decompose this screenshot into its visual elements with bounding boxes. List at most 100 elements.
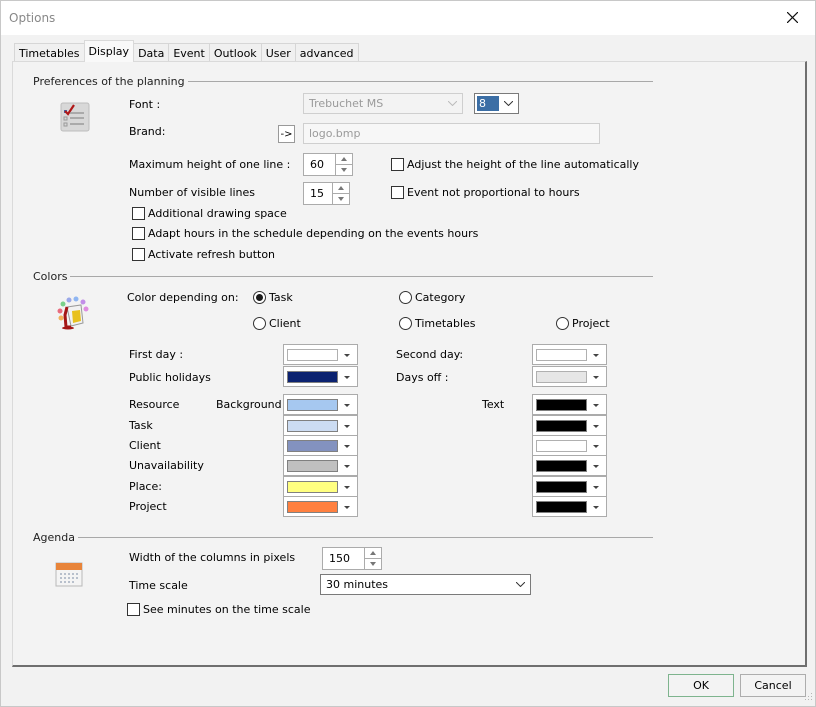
see-minutes-checkbox[interactable]: See minutes on the time scale bbox=[127, 603, 310, 616]
checkbox-label: Additional drawing space bbox=[148, 207, 287, 220]
visible-lines-spinner[interactable]: 15 bbox=[303, 182, 350, 205]
spin-down-button[interactable] bbox=[333, 194, 349, 204]
adjust-height-checkbox[interactable]: Adjust the height of the line automatica… bbox=[391, 158, 639, 171]
checklist-icon bbox=[60, 102, 90, 132]
radio-circle bbox=[556, 317, 569, 330]
tab-user[interactable]: User bbox=[260, 43, 296, 62]
spin-up-button[interactable] bbox=[365, 548, 381, 559]
tab-data[interactable]: Data bbox=[133, 43, 170, 62]
checkbox-label: Adjust the height of the line automatica… bbox=[407, 158, 639, 171]
color-swatch bbox=[536, 481, 587, 493]
radio-circle bbox=[253, 317, 266, 330]
color-swatch bbox=[536, 420, 587, 432]
cancel-button[interactable]: Cancel bbox=[740, 674, 806, 697]
second-day-color-picker[interactable] bbox=[532, 344, 607, 365]
color-swatch bbox=[287, 501, 338, 513]
visible-lines-value: 15 bbox=[304, 183, 333, 204]
close-button[interactable] bbox=[769, 1, 815, 33]
background-color-picker[interactable] bbox=[283, 496, 358, 517]
dropdown-arrow-icon bbox=[341, 441, 353, 451]
brand-browse-button[interactable]: -> bbox=[278, 125, 295, 143]
max-height-spinner[interactable]: 60 bbox=[303, 153, 353, 176]
dropdown-arrow-icon bbox=[590, 372, 602, 382]
tab-advanced[interactable]: advanced bbox=[294, 43, 359, 62]
spin-down-button[interactable] bbox=[336, 165, 352, 175]
visible-lines-label: Number of visible lines bbox=[129, 186, 256, 199]
tab-timetables[interactable]: Timetables bbox=[14, 43, 85, 62]
radio-client[interactable]: Client bbox=[253, 317, 301, 330]
brand-label: Brand: bbox=[129, 125, 166, 138]
color-swatch bbox=[287, 349, 338, 361]
dropdown-arrow-icon bbox=[590, 400, 602, 410]
checkbox-box bbox=[132, 248, 145, 261]
radio-label: Timetables bbox=[415, 317, 476, 330]
background-color-picker[interactable] bbox=[283, 476, 358, 497]
time-scale-select[interactable]: 30 minutes bbox=[320, 574, 531, 595]
dropdown-arrow-icon bbox=[590, 502, 602, 512]
chevron-down-icon bbox=[498, 94, 518, 113]
text-header: Text bbox=[482, 398, 505, 411]
public-holidays-color-picker[interactable] bbox=[283, 366, 358, 387]
tab-event[interactable]: Event bbox=[168, 43, 210, 62]
arrow-up-icon bbox=[338, 186, 344, 190]
radio-task[interactable]: Task bbox=[253, 291, 293, 304]
days-off-color-picker[interactable] bbox=[532, 366, 607, 387]
additional-drawing-space-checkbox[interactable]: Additional drawing space bbox=[132, 207, 287, 220]
chevron-down-icon bbox=[442, 94, 462, 113]
paint-bucket-icon bbox=[57, 296, 89, 330]
background-color-picker[interactable] bbox=[283, 435, 358, 456]
radio-circle bbox=[253, 291, 266, 304]
arrow-down-icon bbox=[338, 197, 344, 201]
public-holidays-label: Public holidays bbox=[129, 371, 211, 384]
color-swatch bbox=[536, 460, 587, 472]
close-icon bbox=[786, 11, 798, 23]
checkbox-label: See minutes on the time scale bbox=[143, 603, 311, 616]
dropdown-arrow-icon bbox=[341, 372, 353, 382]
event-not-proportional-checkbox[interactable]: Event not proportional to hours bbox=[391, 186, 580, 199]
background-color-picker[interactable] bbox=[283, 394, 358, 415]
max-height-value: 60 bbox=[304, 154, 336, 175]
ok-button[interactable]: OK bbox=[668, 674, 734, 697]
first-day-color-picker[interactable] bbox=[283, 344, 358, 365]
spin-up-button[interactable] bbox=[336, 154, 352, 165]
dropdown-arrow-icon bbox=[341, 350, 353, 360]
first-day-label: First day : bbox=[129, 348, 184, 361]
font-size-select[interactable]: 8 bbox=[474, 93, 519, 114]
radio-timetables[interactable]: Timetables bbox=[399, 317, 476, 330]
text-color-picker[interactable] bbox=[532, 435, 607, 456]
brand-input[interactable]: logo.bmp bbox=[303, 123, 600, 144]
text-color-picker[interactable] bbox=[532, 476, 607, 497]
activate-refresh-checkbox[interactable]: Activate refresh button bbox=[132, 248, 275, 261]
adapt-hours-checkbox[interactable]: Adapt hours in the schedule depending on… bbox=[132, 227, 478, 240]
dropdown-arrow-icon bbox=[590, 461, 602, 471]
checkbox-box bbox=[127, 603, 140, 616]
color-row-label: Task bbox=[129, 419, 153, 432]
resize-grip-icon[interactable] bbox=[803, 691, 813, 703]
radio-label: Category bbox=[415, 291, 466, 304]
colors-group-title: Colors bbox=[33, 270, 71, 283]
spin-up-button[interactable] bbox=[333, 183, 349, 194]
color-row-label: Client bbox=[129, 439, 161, 452]
window-title: Options bbox=[9, 11, 56, 25]
options-dialog: Options Timetables Display Data Event Ou… bbox=[0, 0, 816, 707]
color-swatch bbox=[536, 501, 587, 513]
font-select[interactable]: Trebuchet MS bbox=[303, 93, 463, 114]
radio-category[interactable]: Category bbox=[399, 291, 465, 304]
text-color-picker[interactable] bbox=[532, 496, 607, 517]
spin-down-button[interactable] bbox=[365, 559, 381, 569]
radio-project[interactable]: Project bbox=[556, 317, 610, 330]
arrow-up-icon bbox=[370, 551, 376, 555]
color-swatch bbox=[287, 460, 338, 472]
column-width-value: 150 bbox=[323, 548, 365, 569]
background-color-picker[interactable] bbox=[283, 455, 358, 476]
checkbox-box bbox=[391, 158, 404, 171]
color-row-label: Resource bbox=[129, 398, 180, 411]
column-width-spinner[interactable]: 150 bbox=[322, 547, 382, 570]
tab-display[interactable]: Display bbox=[83, 40, 135, 62]
text-color-picker[interactable] bbox=[532, 415, 607, 436]
color-swatch bbox=[536, 440, 587, 452]
text-color-picker[interactable] bbox=[532, 455, 607, 476]
background-color-picker[interactable] bbox=[283, 415, 358, 436]
text-color-picker[interactable] bbox=[532, 394, 607, 415]
tab-outlook[interactable]: Outlook bbox=[208, 43, 262, 62]
